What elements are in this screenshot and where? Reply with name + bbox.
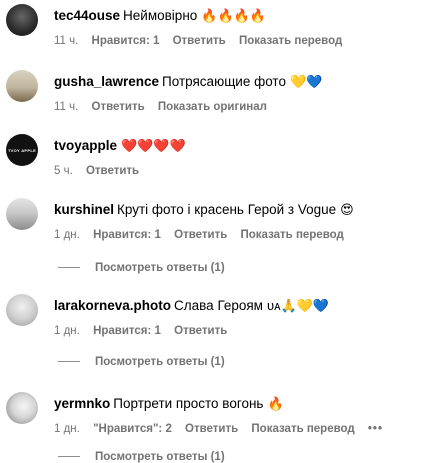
reply-button[interactable]: Ответить xyxy=(185,423,238,435)
comment-text: Круті фото і красень Герой з Vogue xyxy=(117,202,337,217)
translate-button[interactable]: Показать перевод xyxy=(251,423,354,435)
username[interactable]: yermnko xyxy=(54,396,110,411)
username[interactable]: kurshinel xyxy=(54,202,114,217)
translate-button[interactable]: Показать перевод xyxy=(239,35,342,47)
comment-time[interactable]: 5 ч. xyxy=(54,165,73,177)
comment-emoji: ᴜᴀ🙏💛💙 xyxy=(266,298,330,313)
comment-time[interactable]: 1 дн. xyxy=(54,325,80,337)
comment-emoji: 🔥🔥🔥🔥 xyxy=(201,8,267,23)
username[interactable]: gusha_lawrence xyxy=(54,74,159,89)
avatar[interactable] xyxy=(6,392,38,424)
avatar[interactable]: TVOY APPLE xyxy=(6,134,38,166)
reply-button[interactable]: Ответить xyxy=(174,325,227,337)
comment-text: Слава Героям xyxy=(174,298,263,313)
divider-line xyxy=(58,361,80,363)
avatar[interactable] xyxy=(6,70,38,102)
likes-count[interactable]: "Нравится": 2 xyxy=(93,423,172,435)
comment-text: Неймовірно xyxy=(123,8,198,23)
likes-count[interactable]: Нравится: 1 xyxy=(93,229,161,241)
username[interactable]: larakorneva.photo xyxy=(54,298,171,313)
more-options-icon[interactable]: ••• xyxy=(368,423,383,435)
comment-time[interactable]: 1 дн. xyxy=(54,229,80,241)
view-replies-button[interactable]: Посмотреть ответы (1) xyxy=(58,262,225,274)
likes-count[interactable]: Нравится: 1 xyxy=(93,325,161,337)
avatar[interactable] xyxy=(6,294,38,326)
comment-time[interactable]: 1 дн. xyxy=(54,423,80,435)
reply-button[interactable]: Ответить xyxy=(92,101,145,113)
reply-button[interactable]: Ответить xyxy=(174,229,227,241)
comment-emoji: 🔥 xyxy=(267,396,284,411)
comment-time[interactable]: 11 ч. xyxy=(54,101,78,113)
likes-count[interactable]: Нравится: 1 xyxy=(92,35,160,47)
username[interactable]: tvoyapple xyxy=(54,138,117,153)
avatar[interactable] xyxy=(6,4,38,36)
translate-button[interactable]: Показать перевод xyxy=(241,229,344,241)
view-replies-button[interactable]: Посмотреть ответы (1) xyxy=(58,451,225,463)
avatar-logo-text: TVOY APPLE xyxy=(7,147,37,153)
avatar[interactable] xyxy=(6,198,38,230)
comment-emoji: 💛💙 xyxy=(289,74,323,89)
reply-button[interactable]: Ответить xyxy=(173,35,226,47)
view-replies-button[interactable]: Посмотреть ответы (1) xyxy=(58,356,225,368)
comment-emoji: ❤️❤️❤️❤️ xyxy=(121,138,186,153)
comment-text: Потрясающие фото xyxy=(162,74,286,89)
show-original-button[interactable]: Показать оригинал xyxy=(158,101,267,113)
comment-emoji: 😍 xyxy=(340,202,354,217)
divider-line xyxy=(58,267,80,269)
reply-button[interactable]: Ответить xyxy=(86,165,139,177)
comment-text: Портрети просто вогонь xyxy=(113,396,264,411)
comment-time[interactable]: 11 ч. xyxy=(54,35,78,47)
username[interactable]: tec44ouse xyxy=(54,8,120,23)
